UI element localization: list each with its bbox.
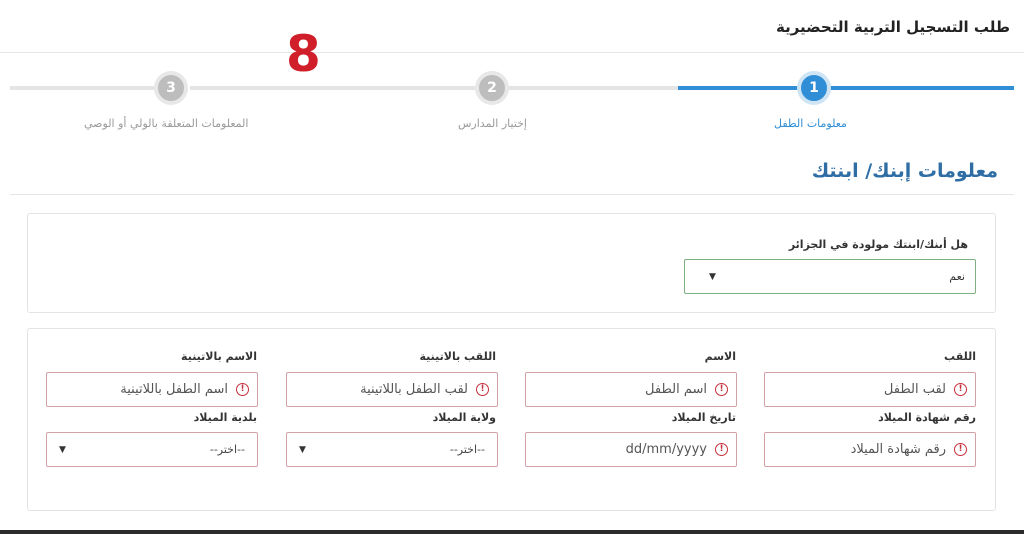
warning-icon: ! [954, 383, 967, 396]
warning-icon: ! [476, 383, 489, 396]
warning-icon: ! [715, 443, 728, 456]
birth-date-label: تاريخ الميلاد [671, 411, 736, 424]
born-in-algeria-value: نعم [949, 270, 965, 283]
step-track-3 [10, 86, 170, 90]
step-1-label[interactable]: معلومات الطفل [774, 117, 847, 130]
step-track-1 [678, 86, 1014, 90]
step-track-2 [190, 86, 680, 90]
chevron-down-icon: ▼ [709, 271, 716, 282]
section-title: معلومات إبنك/ ابنتك [811, 160, 998, 182]
step-1-circle[interactable]: 1 [797, 71, 831, 105]
birth-wilaya-select[interactable]: ▼ --اختر-- [286, 432, 498, 467]
first-name-latin-label: الاسم بالاتينية [181, 350, 257, 363]
warning-icon: ! [236, 383, 249, 396]
first-name-label: الاسم [704, 350, 736, 363]
first-name-input[interactable]: اسم الطفل ! [525, 372, 737, 407]
last-name-placeholder: لقب الطفل [883, 382, 946, 397]
birth-cert-number-input[interactable]: رقم شهادة الميلاد ! [764, 432, 976, 467]
birth-wilaya-label: ولاية الميلاد [432, 411, 496, 424]
born-in-algeria-select[interactable]: ▼ نعم [684, 259, 976, 294]
step-3-label[interactable]: المعلومات المتعلقة بالولي أو الوصي [84, 117, 248, 130]
last-name-latin-label: اللقب بالاتينية [419, 350, 496, 363]
birth-commune-label: بلدية الميلاد [193, 411, 257, 424]
warning-icon: ! [954, 443, 967, 456]
chevron-down-icon: ▼ [59, 444, 66, 455]
last-name-input[interactable]: لقب الطفل ! [764, 372, 976, 407]
warning-icon: ! [715, 383, 728, 396]
step-2-label[interactable]: إختيار المدارس [458, 117, 527, 130]
birth-date-placeholder: dd/mm/yyyy [625, 442, 707, 457]
birth-commune-select[interactable]: ▼ --اختر-- [46, 432, 258, 467]
header-divider [0, 52, 1024, 53]
child-info-card [27, 328, 996, 511]
section-divider [10, 194, 1014, 195]
chevron-down-icon: ▼ [299, 444, 306, 455]
bottom-edge [0, 530, 1024, 534]
last-name-latin-input[interactable]: لقب الطفل باللاتينية ! [286, 372, 498, 407]
step-2-circle[interactable]: 2 [475, 71, 509, 105]
born-in-algeria-label: هل أبنك/ابنتك مولودة في الجزائر [788, 238, 968, 251]
birth-date-input[interactable]: dd/mm/yyyy ! [525, 432, 737, 467]
step-3-circle[interactable]: 3 [154, 71, 188, 105]
first-name-latin-input[interactable]: اسم الطفل باللاتينية ! [46, 372, 258, 407]
first-name-latin-placeholder: اسم الطفل باللاتينية [120, 382, 228, 397]
birth-wilaya-value: --اختر-- [449, 443, 485, 456]
last-name-latin-placeholder: لقب الطفل باللاتينية [360, 382, 468, 397]
birth-cert-number-label: رقم شهادة الميلاد [878, 411, 976, 424]
first-name-placeholder: اسم الطفل [645, 382, 707, 397]
last-name-label: اللقب [944, 350, 976, 363]
birth-commune-value: --اختر-- [209, 443, 245, 456]
page-title: طلب التسجيل التربية التحضيرية [775, 18, 1010, 36]
birth-cert-number-placeholder: رقم شهادة الميلاد [850, 442, 946, 457]
